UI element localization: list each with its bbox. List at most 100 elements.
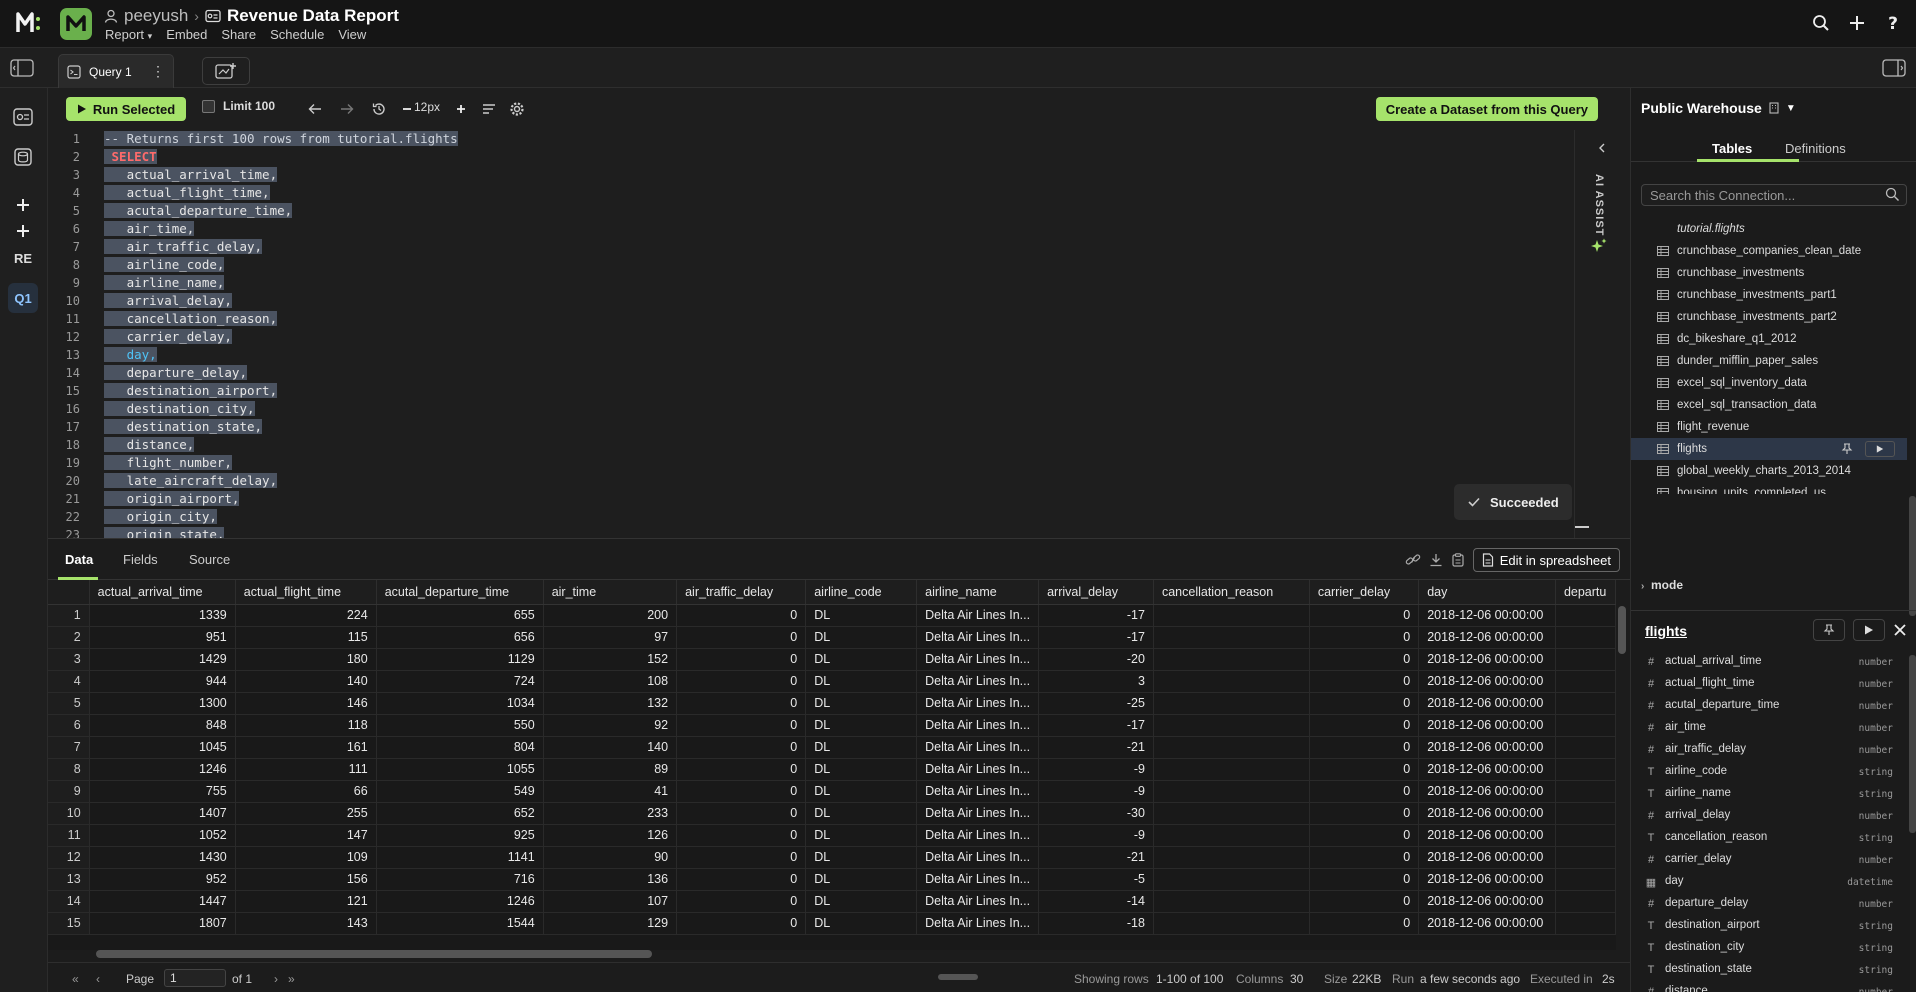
table-cell[interactable]: -21: [1038, 736, 1154, 759]
table-cell[interactable]: Delta Air Lines In...: [916, 670, 1040, 693]
column-header[interactable]: day: [1418, 580, 1556, 605]
table-cell[interactable]: 0: [1309, 846, 1420, 869]
table-cell[interactable]: 2018-12-06 00:00:00: [1418, 714, 1556, 737]
report-title[interactable]: Revenue Data Report: [227, 6, 399, 26]
table-cell[interactable]: 41: [543, 780, 678, 803]
table-row[interactable]: 9 755 66 549 41 0 DL Delta Air Lines In... -9 0 20…: [48, 780, 1616, 803]
table-cell[interactable]: 1246: [89, 758, 236, 781]
table-cell[interactable]: [1555, 802, 1616, 825]
table-row[interactable]: 1 1339 224 655 200 0 DL Delta Air Lines In... -1…: [48, 604, 1616, 627]
table-cell[interactable]: 1447: [89, 890, 236, 913]
table-cell[interactable]: 0: [676, 692, 807, 715]
field-list-item[interactable]: Tairline_code string: [1631, 761, 1901, 783]
table-cell[interactable]: 2018-12-06 00:00:00: [1418, 890, 1556, 913]
undo-icon[interactable]: [306, 100, 324, 118]
connection-search-input[interactable]: [1641, 184, 1907, 206]
tab-data[interactable]: Data: [65, 552, 93, 567]
clipboard-icon[interactable]: [1451, 553, 1465, 567]
table-row[interactable]: 3 1429 180 1129 152 0 DL Delta Air Lines In... -…: [48, 648, 1616, 671]
table-cell[interactable]: [1153, 736, 1310, 759]
field-list-item[interactable]: Tcancellation_reason string: [1631, 827, 1901, 849]
format-icon[interactable]: [480, 100, 498, 118]
run-selected-button[interactable]: Run Selected: [66, 97, 186, 121]
table-cell[interactable]: -9: [1038, 824, 1154, 847]
table-cell[interactable]: 0: [676, 824, 807, 847]
table-cell[interactable]: DL: [805, 846, 918, 869]
table-cell[interactable]: 66: [235, 780, 377, 803]
table-cell[interactable]: 0: [1309, 626, 1420, 649]
table-cell[interactable]: 755: [89, 780, 236, 803]
table-cell[interactable]: 180: [235, 648, 377, 671]
collapse-chevron-icon[interactable]: [1597, 142, 1607, 154]
column-header[interactable]: acutal_departure_time: [376, 580, 544, 605]
table-cell[interactable]: 1034: [376, 692, 544, 715]
table-cell[interactable]: 0: [676, 714, 807, 737]
table-cell[interactable]: -17: [1038, 714, 1154, 737]
ai-assist-label[interactable]: AI ASSIST: [1593, 174, 1605, 236]
redo-icon[interactable]: [338, 100, 356, 118]
table-cell[interactable]: 716: [376, 868, 544, 891]
table-cell[interactable]: Delta Air Lines In...: [916, 714, 1040, 737]
table-list-item[interactable]: tutorial.flights: [1631, 218, 1907, 240]
table-cell[interactable]: [1555, 604, 1616, 627]
table-cell[interactable]: -18: [1038, 912, 1154, 935]
table-list-item[interactable]: crunchbase_investments_part2: [1631, 306, 1907, 328]
table-cell[interactable]: [1153, 868, 1310, 891]
table-cell[interactable]: 109: [235, 846, 377, 869]
column-header[interactable]: actual_flight_time: [235, 580, 377, 605]
table-cell[interactable]: DL: [805, 648, 918, 671]
table-cell[interactable]: DL: [805, 626, 918, 649]
table-row[interactable]: 7 1045 161 804 140 0 DL Delta Air Lines In... -2…: [48, 736, 1616, 759]
table-row[interactable]: 11 1052 147 925 126 0 DL Delta Air Lines In... -…: [48, 824, 1616, 847]
table-list-item[interactable]: flights: [1631, 438, 1907, 460]
column-header[interactable]: arrival_delay: [1038, 580, 1154, 605]
table-cell[interactable]: 0: [1309, 714, 1420, 737]
table-cell[interactable]: 0: [1309, 868, 1420, 891]
table-cell[interactable]: Delta Air Lines In...: [916, 912, 1040, 935]
menu-share[interactable]: Share: [221, 27, 256, 42]
table-cell[interactable]: DL: [805, 890, 918, 913]
field-list-item[interactable]: # air_time number: [1631, 717, 1901, 739]
table-cell[interactable]: -17: [1038, 604, 1154, 627]
page-number-input[interactable]: [164, 969, 226, 987]
table-cell[interactable]: 1807: [89, 912, 236, 935]
pin-table-button[interactable]: [1813, 619, 1845, 641]
table-cell[interactable]: [1555, 714, 1616, 737]
table-row[interactable]: 14 1447 121 1246 107 0 DL Delta Air Lines In...…: [48, 890, 1616, 913]
table-cell[interactable]: 2018-12-06 00:00:00: [1418, 802, 1556, 825]
table-cell[interactable]: 0: [676, 912, 807, 935]
table-detail-title[interactable]: flights: [1645, 623, 1687, 639]
table-cell[interactable]: 0: [676, 868, 807, 891]
column-header[interactable]: air_traffic_delay: [676, 580, 807, 605]
table-cell[interactable]: 107: [543, 890, 678, 913]
help-icon[interactable]: ?: [1882, 12, 1904, 34]
table-cell[interactable]: [1555, 824, 1616, 847]
column-header[interactable]: airline_code: [805, 580, 918, 605]
table-list-item[interactable]: flight_revenue: [1631, 416, 1907, 438]
column-header[interactable]: departu: [1555, 580, 1616, 605]
table-cell[interactable]: Delta Air Lines In...: [916, 758, 1040, 781]
table-cell[interactable]: 655: [376, 604, 544, 627]
table-cell[interactable]: -9: [1038, 758, 1154, 781]
code-content[interactable]: -- Returns first 100 rows from tutorial.…: [104, 130, 1574, 538]
table-cell[interactable]: 129: [543, 912, 678, 935]
table-cell[interactable]: 115: [235, 626, 377, 649]
table-list-scrollbar[interactable]: [1909, 496, 1916, 616]
table-cell[interactable]: 2018-12-06 00:00:00: [1418, 648, 1556, 671]
table-cell[interactable]: 2018-12-06 00:00:00: [1418, 868, 1556, 891]
table-cell[interactable]: [1153, 626, 1310, 649]
table-list-item[interactable]: housing_units_completed_us: [1631, 482, 1907, 494]
add-visualization-button[interactable]: [202, 57, 250, 85]
table-row[interactable]: 4 944 140 724 108 0 DL Delta Air Lines In... 3 0 2…: [48, 670, 1616, 693]
table-cell[interactable]: 118: [235, 714, 377, 737]
pin-icon[interactable]: [1841, 443, 1853, 455]
table-cell[interactable]: 0: [676, 758, 807, 781]
table-cell[interactable]: Delta Air Lines In...: [916, 868, 1040, 891]
table-cell[interactable]: 2018-12-06 00:00:00: [1418, 912, 1556, 935]
table-cell[interactable]: 143: [235, 912, 377, 935]
column-header[interactable]: carrier_delay: [1309, 580, 1420, 605]
table-cell[interactable]: 2018-12-06 00:00:00: [1418, 626, 1556, 649]
table-cell[interactable]: DL: [805, 736, 918, 759]
plus-icon[interactable]: [1846, 12, 1868, 34]
results-horizontal-scrollbar[interactable]: [96, 950, 652, 958]
